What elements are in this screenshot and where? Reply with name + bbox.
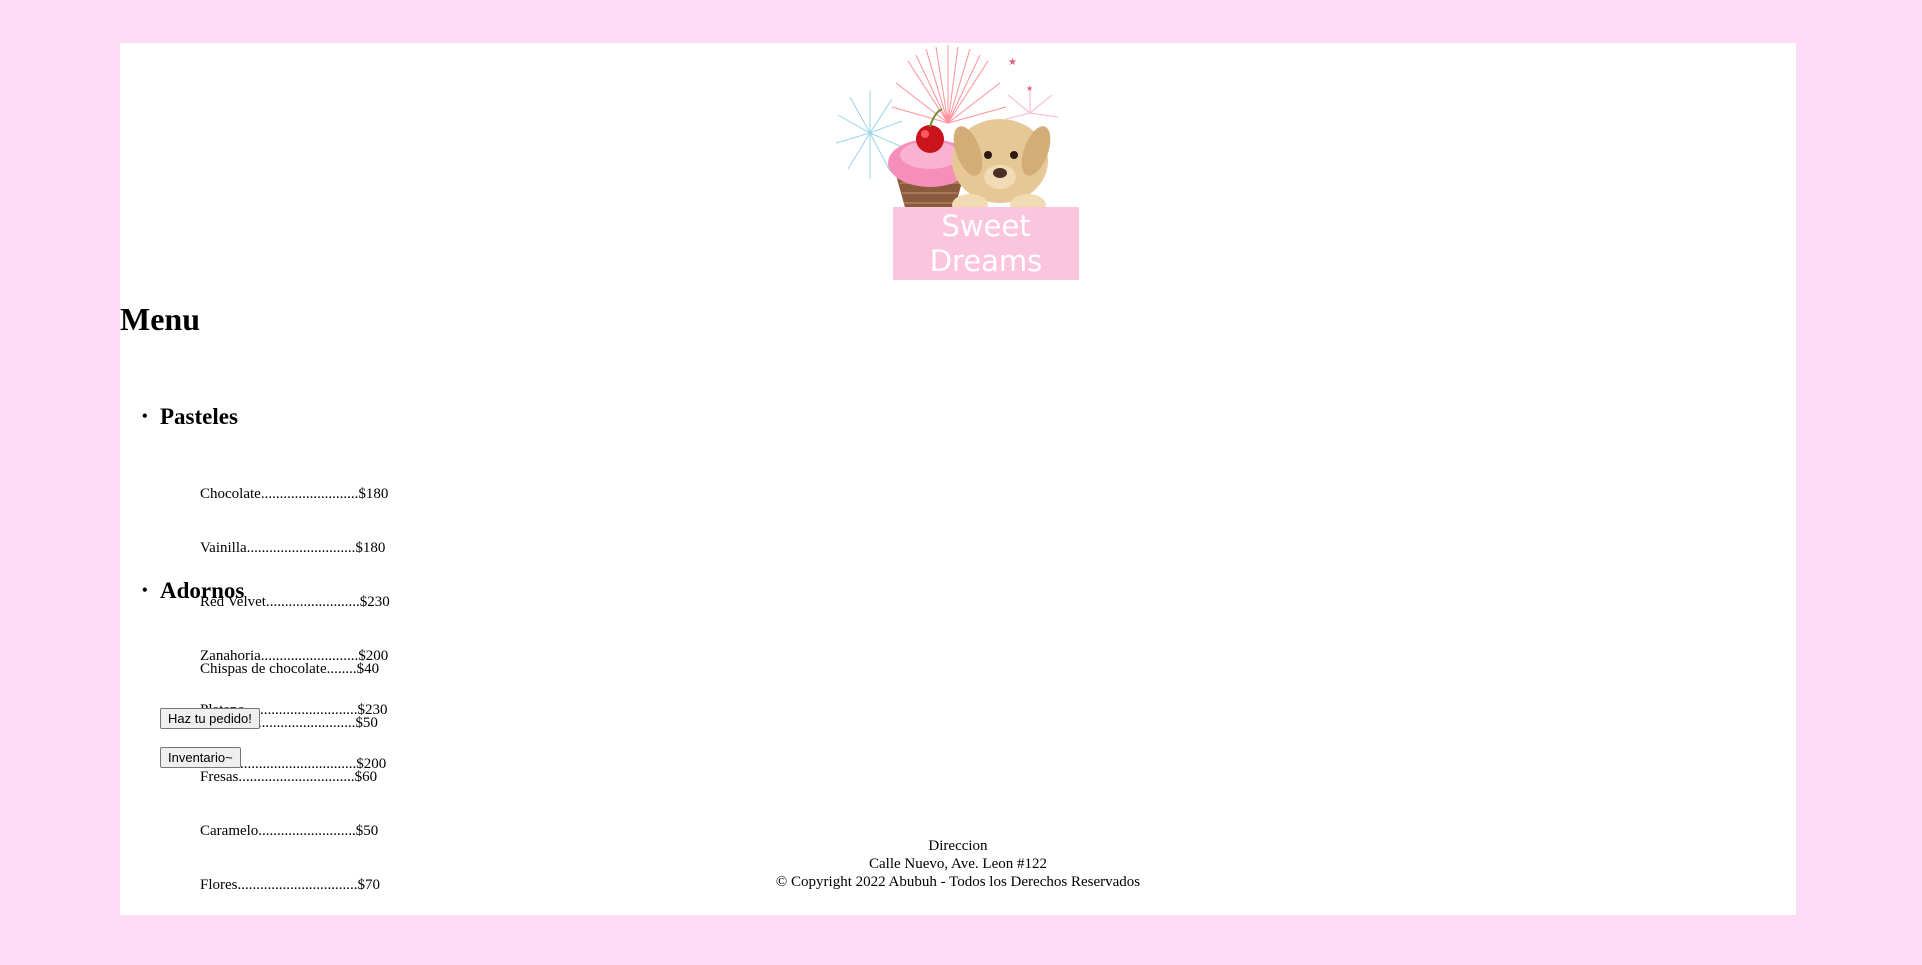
- logo-text-line1: Sweet: [941, 209, 1030, 243]
- menu-heading: Menu: [120, 301, 200, 337]
- section-label: Adornos: [160, 578, 245, 603]
- svg-text:★: ★: [1026, 84, 1033, 93]
- firework-red-icon: [891, 45, 1007, 124]
- svg-text:★: ★: [1008, 57, 1017, 68]
- bullet-icon: •: [142, 408, 148, 425]
- sweet-dreams-logo: ★ ★ Sweet Dreams: [830, 43, 1090, 280]
- list-item: Chocolate..........................$180: [200, 486, 389, 502]
- footer-address: Calle Nuevo, Ave. Leon #122: [868, 856, 1047, 872]
- footer-address-heading: Direccion: [928, 838, 988, 854]
- order-button[interactable]: Haz tu pedido!: [160, 708, 260, 729]
- inventory-button[interactable]: Inventario~: [160, 747, 241, 768]
- content-area: ★ ★ Sweet Dreams Menu • Pasteles Chocola…: [120, 43, 1796, 915]
- footer-copyright: © Copyright 2022 Abubuh - Todos los Dere…: [775, 874, 1141, 890]
- bullet-icon: •: [142, 582, 148, 599]
- list-item: Vainilla.............................$18…: [200, 540, 386, 556]
- logo-illustration: ★ ★ Sweet Dreams: [835, 45, 1079, 280]
- list-item: Chispas de chocolate........$40: [200, 661, 380, 677]
- puppy-icon: [952, 119, 1051, 216]
- logo-text-line2: Dreams: [930, 244, 1043, 278]
- footer: Direccion Calle Nuevo, Ave. Leon #122 © …: [120, 837, 1796, 891]
- list-item: Fresas...............................$60: [200, 769, 378, 785]
- section-label: Pasteles: [160, 404, 238, 429]
